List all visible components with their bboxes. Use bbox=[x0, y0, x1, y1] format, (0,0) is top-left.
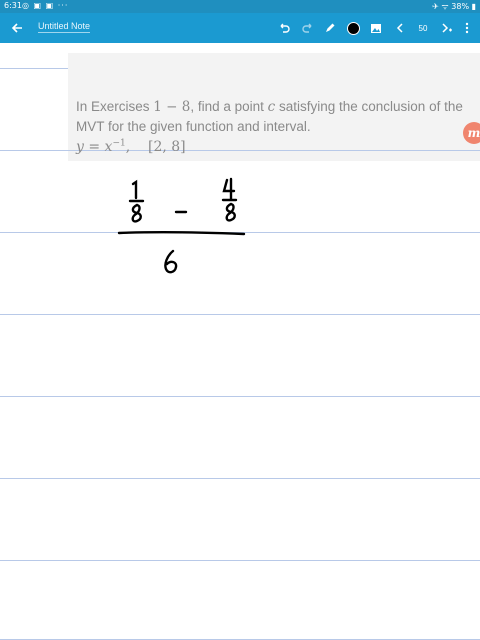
handwriting-layer bbox=[117, 177, 246, 274]
ink-digit-4 bbox=[222, 177, 236, 201]
ink-digit-6 bbox=[164, 249, 178, 274]
ink-digit-8-left bbox=[131, 203, 142, 223]
ink-fraction-bar bbox=[117, 231, 246, 236]
ink-digit-8-right bbox=[225, 202, 236, 222]
ink-digit-1 bbox=[131, 179, 138, 200]
